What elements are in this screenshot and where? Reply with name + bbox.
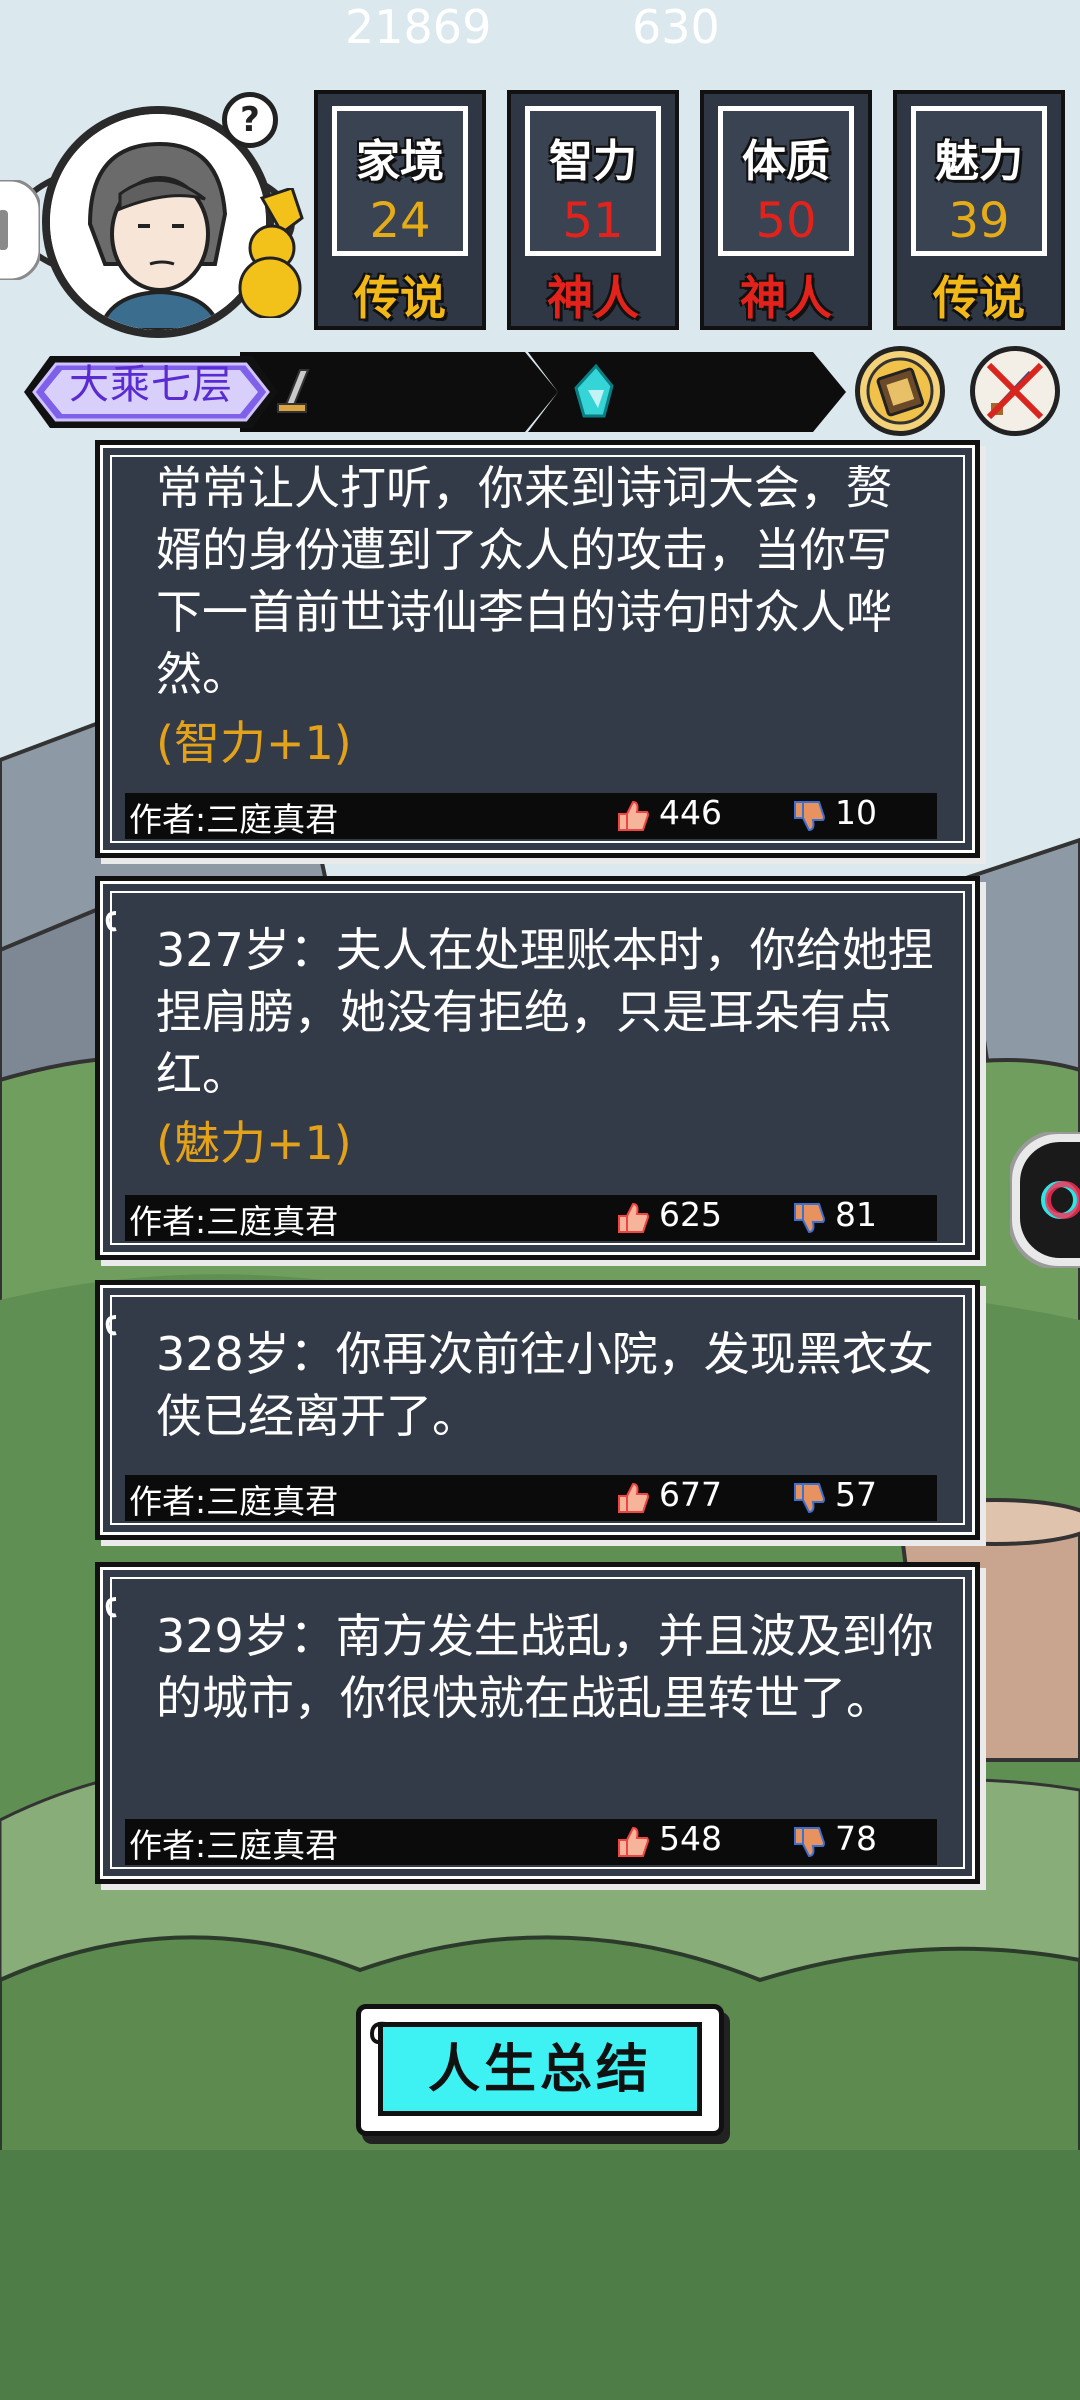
like-button[interactable]: 446 — [615, 793, 735, 839]
stat-value: 24 — [369, 193, 431, 249]
event-bonus: (魅力+1) — [156, 1116, 352, 1170]
event-card: 327岁：夫人在处理账本时，你给她捏捏肩膀，她没有拒绝，只是耳朵有点红。 (魅力… — [95, 876, 980, 1260]
event-footer: 作者:三庭真君 625 81 — [125, 1195, 937, 1241]
backpack-button[interactable] — [855, 346, 945, 436]
like-count: 446 — [659, 793, 722, 832]
event-footer: 作者:三庭真君 446 10 — [125, 793, 937, 839]
thumbs-down-icon — [794, 1203, 825, 1234]
thumbs-up-icon — [618, 1482, 649, 1513]
event-text: 327岁：夫人在处理账本时，你给她捏捏肩膀，她没有拒绝，只是耳朵有点红。 — [156, 923, 934, 1101]
like-button[interactable]: 548 — [615, 1819, 735, 1865]
scroll-book-icon — [866, 357, 934, 425]
stat-card-constitution[interactable]: 体质 50 神人 — [700, 90, 872, 330]
stat-label: 智力 — [549, 136, 637, 187]
realm-label: 大乘七层 — [69, 362, 233, 408]
event-author: 作者:三庭真君 — [129, 800, 339, 839]
event-text: 328岁：你再次前往小院，发现黑衣女侠已经离开了。 — [156, 1327, 934, 1443]
stat-card-intelligence[interactable]: 智力 51 神人 — [507, 90, 679, 330]
thumbs-down-icon — [794, 801, 825, 832]
event-footer: 作者:三庭真君 548 78 — [125, 1819, 937, 1865]
life-summary-button[interactable]: 人生总结 — [356, 2004, 724, 2136]
event-card: 常常让人打听，你来到诗词大会，赘婿的身份遭到了众人的攻击，当你写下一首前世诗仙李… — [95, 440, 980, 858]
combat-power-bar — [240, 352, 558, 432]
clip-icon — [105, 911, 117, 932]
like-button[interactable]: 677 — [615, 1475, 735, 1521]
stat-tier: 神人 — [740, 271, 832, 325]
stat-card-family[interactable]: 家境 24 传说 — [314, 90, 486, 330]
dislike-count: 57 — [835, 1475, 877, 1514]
spirit-stone-bar — [528, 352, 846, 432]
help-icon[interactable]: ? — [222, 92, 278, 148]
thumbs-up-icon — [618, 800, 649, 831]
like-button[interactable]: 625 — [615, 1195, 735, 1241]
stat-label: 家境 — [356, 136, 444, 187]
stat-value: 39 — [948, 193, 1010, 249]
event-card: 329岁：南方发生战乱，并且波及到你的城市，你很快就在战乱里转世了。 作者:三庭… — [95, 1562, 980, 1884]
cultivation-realm-badge: 大乘七层 — [20, 352, 282, 432]
thumbs-down-icon — [794, 1483, 825, 1514]
event-text: 329岁：南方发生战乱，并且波及到你的城市，你很快就在战乱里转世了。 — [156, 1609, 934, 1725]
thumbs-up-icon — [618, 1202, 649, 1233]
dislike-button[interactable]: 10 — [791, 793, 901, 839]
dislike-count: 10 — [835, 793, 877, 832]
life-summary-label: 人生总结 — [378, 2022, 702, 2116]
combat-power-value: 21869 — [345, 0, 492, 54]
stat-tier: 传说 — [933, 271, 1025, 325]
gourd-icon — [238, 188, 304, 318]
event-author: 作者:三庭真君 — [129, 1482, 339, 1521]
dislike-count: 81 — [835, 1195, 877, 1234]
clip-icon — [105, 1597, 117, 1618]
dislike-button[interactable]: 57 — [791, 1475, 901, 1521]
like-count: 625 — [659, 1195, 722, 1234]
dislike-button[interactable]: 78 — [791, 1819, 901, 1865]
player-avatar[interactable]: ? — [14, 92, 314, 352]
stat-label: 体质 — [742, 136, 830, 187]
like-count: 548 — [659, 1819, 722, 1858]
dislike-count: 78 — [835, 1819, 877, 1858]
left-edge-tab[interactable] — [0, 180, 40, 280]
dislike-button[interactable]: 81 — [791, 1195, 901, 1241]
stat-label: 魅力 — [935, 136, 1023, 187]
stat-tier: 传说 — [354, 271, 446, 325]
event-card: 328岁：你再次前往小院，发现黑衣女侠已经离开了。 作者:三庭真君 677 57 — [95, 1280, 980, 1540]
like-count: 677 — [659, 1475, 722, 1514]
crossed-sword-icon — [986, 362, 1044, 420]
event-bonus: (智力+1) — [156, 716, 352, 770]
thumbs-up-icon — [618, 1826, 649, 1857]
battle-toggle-button[interactable] — [970, 346, 1060, 436]
stat-tier: 神人 — [547, 271, 639, 325]
clip-icon — [105, 1315, 117, 1336]
event-author: 作者:三庭真君 — [129, 1826, 339, 1865]
floating-side-tab[interactable] — [1010, 1132, 1080, 1268]
event-text: 常常让人打听，你来到诗词大会，赘婿的身份遭到了众人的攻击，当你写下一首前世诗仙李… — [156, 461, 892, 701]
stat-card-charm[interactable]: 魅力 39 传说 — [893, 90, 1065, 330]
stat-value: 51 — [562, 193, 624, 249]
stat-value: 50 — [755, 193, 817, 249]
event-author: 作者:三庭真君 — [129, 1202, 339, 1241]
event-footer: 作者:三庭真君 677 57 — [125, 1475, 937, 1521]
spirit-stone-value: 630 — [632, 0, 720, 54]
thumbs-down-icon — [794, 1827, 825, 1858]
